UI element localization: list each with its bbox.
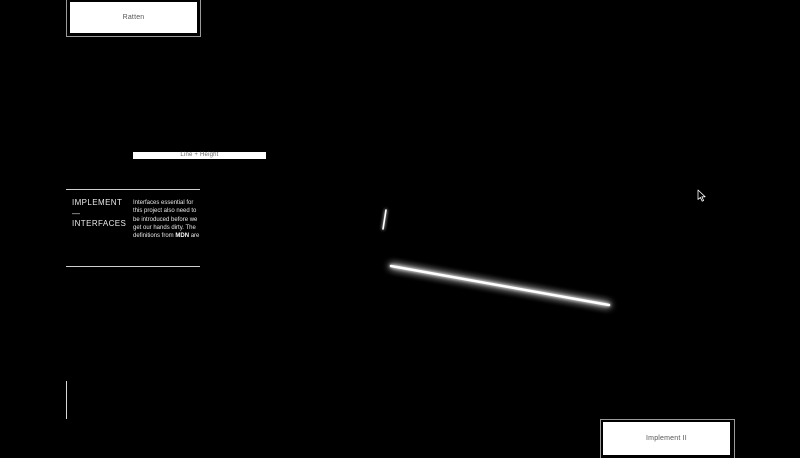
line-height-button[interactable]: Line + Height: [133, 152, 266, 159]
section-heading: IMPLEMENT — INTERFACES: [72, 198, 130, 230]
section-divider-bottom: [66, 266, 200, 267]
glow-line-short: [382, 209, 387, 230]
section-heading-line2: —: [72, 208, 81, 218]
implement-ii-button[interactable]: Implement II: [603, 422, 730, 455]
mdn-link[interactable]: MDN: [175, 233, 189, 239]
section-body-text: Interfaces essential for this project al…: [133, 199, 201, 240]
mouse-pointer-icon: [697, 189, 706, 202]
section-body-tail: are: [190, 233, 200, 240]
ratten-button[interactable]: Ratten: [70, 2, 197, 33]
glow-line-long: [389, 264, 611, 307]
section-heading-line3: INTERFACES: [72, 219, 127, 228]
section-heading-line1: IMPLEMENT: [72, 198, 123, 207]
canvas-stage: Ratten Line + Height IMPLEMENT — INTERFA…: [0, 0, 800, 458]
vertical-rule: [66, 381, 67, 419]
section-divider-top: [66, 189, 200, 190]
